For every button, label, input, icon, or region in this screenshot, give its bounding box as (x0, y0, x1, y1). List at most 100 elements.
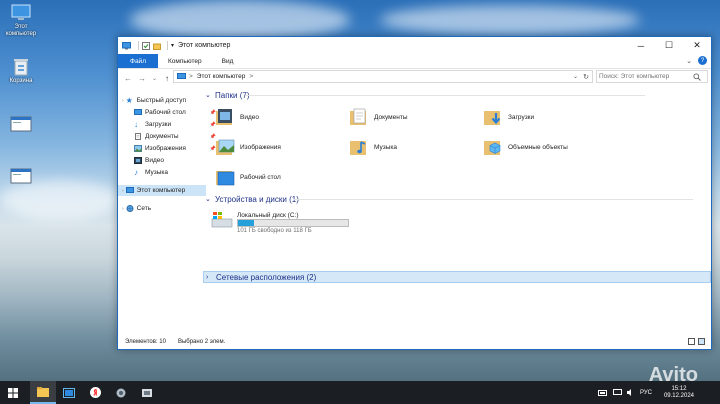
nav-item-label: Быстрый доступ (136, 97, 187, 104)
star-icon: ★ (125, 96, 133, 105)
expand-chevron-icon[interactable]: › (122, 98, 124, 104)
nav-item-label: Этот компьютер (136, 187, 186, 194)
help-icon[interactable]: ? (698, 56, 707, 65)
expand-chevron-icon[interactable]: › (122, 188, 124, 194)
address-bar[interactable]: > Этот компьютер > ⌄ ↻ (173, 70, 593, 83)
refresh-icon[interactable]: ↻ (583, 73, 589, 81)
nav-item-label: Загрузки (145, 121, 172, 128)
title-bar[interactable]: ▾ Этот компьютер ─ ☐ ✕ (118, 37, 711, 54)
task-view-icon (63, 387, 75, 398)
taskbar-app[interactable] (108, 381, 134, 404)
drive-icon (211, 212, 233, 228)
navigation-pane: › ★ Быстрый доступ Рабочий стол 📌 ↓ Загр… (118, 89, 216, 335)
folder-label: Объемные объекты (508, 143, 568, 151)
network-icon (126, 205, 134, 212)
back-icon[interactable]: ← (124, 74, 132, 83)
drive-free-space: 101 ГБ свободно из 118 ГБ (237, 228, 312, 234)
pictures-folder-icon (216, 139, 235, 155)
nav-item-this-pc[interactable]: › Этот компьютер (118, 185, 206, 196)
section-header-network[interactable]: › Сетевые расположения (2) (203, 271, 711, 283)
close-button[interactable]: ✕ (683, 37, 711, 54)
network-icon[interactable] (612, 389, 622, 396)
computer-icon (177, 73, 186, 79)
search-input[interactable] (597, 73, 693, 80)
yandex-browser-icon (89, 387, 101, 398)
expand-chevron-icon[interactable]: › (206, 274, 212, 281)
system-tray: РУС 15:12 09.12.2024 (597, 381, 720, 404)
folder-item-documents[interactable]: Документы (349, 105, 479, 129)
recent-locations-icon[interactable]: ⌄ (152, 75, 157, 82)
desktop-icon-recycle-bin[interactable]: Корзина (0, 58, 42, 85)
folder-label: Документы (374, 113, 408, 121)
desktop-icon-label: Корзина (9, 78, 33, 84)
separator (138, 41, 139, 50)
nav-item-network[interactable]: › Сеть (118, 203, 206, 214)
folder-label: Рабочий стол (240, 173, 281, 181)
expand-chevron-icon[interactable]: › (122, 206, 124, 212)
documents-icon (135, 133, 141, 140)
tab-view[interactable]: Вид (212, 54, 244, 68)
content-pane: ⌄ Папки (7) Видео Документы Загрузки Изо… (203, 89, 711, 335)
clock-time: 15:12 (671, 385, 687, 392)
large-icons-view-icon[interactable] (698, 338, 705, 345)
taskbar-task-view[interactable] (56, 381, 82, 404)
clock[interactable]: 15:12 09.12.2024 (664, 386, 694, 400)
start-button[interactable] (0, 381, 26, 404)
desktop-icon (134, 109, 142, 115)
recycle-bin-icon (14, 59, 28, 76)
section-header-drives[interactable]: ⌄ Устройства и диски (1) (205, 193, 693, 205)
folder-item-video[interactable]: Видео (215, 105, 345, 129)
customize-arrow-icon[interactable]: ▾ (171, 42, 174, 49)
folder-item-desktop[interactable]: Рабочий стол (215, 165, 345, 189)
drive-label: Локальный диск (C:) (237, 212, 299, 219)
explorer-window: ▾ Этот компьютер ─ ☐ ✕ Файл Компьютер Ви… (117, 36, 712, 350)
music-icon: ♪ (134, 168, 138, 177)
taskbar-yandex-browser[interactable] (82, 381, 108, 404)
breadcrumb-separator[interactable]: > (249, 73, 253, 80)
ribbon-expand-icon[interactable]: ⌄ (686, 57, 692, 65)
drive-usage-fill (238, 220, 254, 226)
breadcrumb-this-pc[interactable]: Этот компьютер (197, 73, 246, 80)
downloads-folder-icon (484, 111, 501, 125)
cloud (380, 5, 640, 35)
minimize-button[interactable]: ─ (627, 37, 655, 54)
download-icon: ↓ (134, 120, 138, 129)
folder-label: Загрузки (508, 113, 535, 121)
tab-computer[interactable]: Компьютер (158, 54, 212, 68)
up-icon[interactable]: ↑ (163, 74, 171, 83)
desktop-icon-shortcut[interactable] (0, 116, 42, 134)
taskbar-file-explorer[interactable] (30, 381, 56, 404)
battery-icon[interactable] (597, 389, 608, 396)
section-header-folders[interactable]: ⌄ Папки (7) (205, 89, 645, 101)
desktop-icon-this-pc[interactable]: Этот компьютер (0, 4, 42, 38)
drive-item-c[interactable]: Локальный диск (C:) 101 ГБ свободно из 1… (211, 209, 351, 235)
app-icon (116, 388, 126, 397)
taskbar-app[interactable] (134, 381, 160, 404)
folder-item-3d-objects[interactable]: Объемные объекты (483, 135, 613, 159)
tab-file[interactable]: Файл (118, 54, 158, 68)
maximize-button[interactable]: ☐ (655, 37, 683, 54)
collapse-chevron-icon[interactable]: ⌄ (205, 195, 211, 203)
properties-icon[interactable] (142, 41, 150, 50)
details-view-icon[interactable] (688, 338, 695, 345)
window-title: Этот компьютер (178, 42, 231, 49)
forward-icon[interactable]: → (138, 74, 146, 83)
volume-icon[interactable] (626, 389, 635, 396)
new-folder-icon[interactable] (153, 42, 161, 50)
section-title: Сетевые расположения (2) (216, 272, 317, 282)
computer-icon (122, 41, 131, 49)
address-dropdown-icon[interactable]: ⌄ (573, 73, 578, 80)
nav-item-quick-access[interactable]: › ★ Быстрый доступ (118, 95, 206, 106)
search-box[interactable] (596, 70, 708, 83)
collapse-chevron-icon[interactable]: ⌄ (205, 91, 211, 99)
folder-item-pictures[interactable]: Изображения (215, 135, 345, 159)
input-language[interactable]: РУС (640, 390, 652, 396)
folder-item-music[interactable]: Музыка (349, 135, 479, 159)
file-explorer-icon (37, 386, 49, 397)
computer-icon (125, 187, 134, 193)
ribbon: Файл Компьютер Вид ⌄ ? (118, 54, 711, 69)
window-thumbnail-icon (10, 168, 32, 184)
folder-item-downloads[interactable]: Загрузки (483, 105, 613, 129)
desktop-icon-shortcut[interactable] (0, 168, 42, 186)
item-count: Элементов: 10 (125, 339, 166, 345)
